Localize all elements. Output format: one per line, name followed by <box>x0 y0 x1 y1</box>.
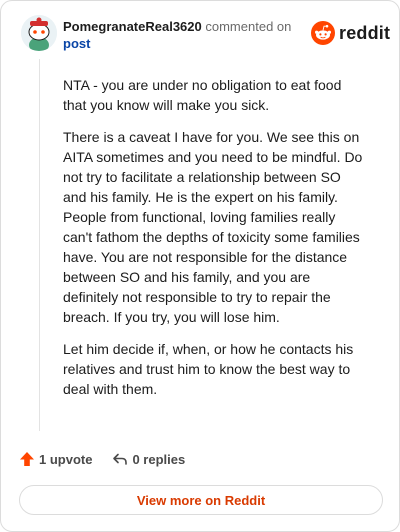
upvote-stat[interactable]: 1 upvote <box>19 451 92 467</box>
comment-meta: PomegranateReal3620 commented on post <box>63 18 291 52</box>
snoo-avatar-icon <box>21 15 57 51</box>
comment-paragraph: There is a caveat I have for you. We see… <box>63 129 363 325</box>
reddit-logo[interactable]: reddit <box>311 21 390 45</box>
brand-wordmark: reddit <box>339 22 391 43</box>
upvote-count: 1 upvote <box>39 451 93 467</box>
post-link[interactable]: post <box>63 36 90 51</box>
comment-body: NTA - you are under no obligation to eat… <box>63 75 363 411</box>
upvote-arrow-icon[interactable] <box>19 451 35 467</box>
view-more-button[interactable]: View more on Reddit <box>19 485 383 515</box>
user-avatar[interactable] <box>21 15 57 51</box>
reddit-logo-icon <box>311 21 335 45</box>
reply-stat[interactable]: 0 replies <box>112 451 185 467</box>
reply-arrow-icon[interactable] <box>112 451 128 467</box>
author-name[interactable]: PomegranateReal3620 <box>63 19 202 34</box>
reply-count: 0 replies <box>132 451 186 467</box>
comment-footer: 1 upvote 0 replies <box>19 451 205 467</box>
comment-embed-card: PomegranateReal3620 commented on post re… <box>0 0 400 532</box>
comment-paragraph: NTA - you are under no obligation to eat… <box>63 77 342 113</box>
thread-line <box>39 59 40 431</box>
comment-action: commented on <box>205 19 292 34</box>
comment-paragraph: Let him decide if, when, or how he conta… <box>63 341 354 397</box>
